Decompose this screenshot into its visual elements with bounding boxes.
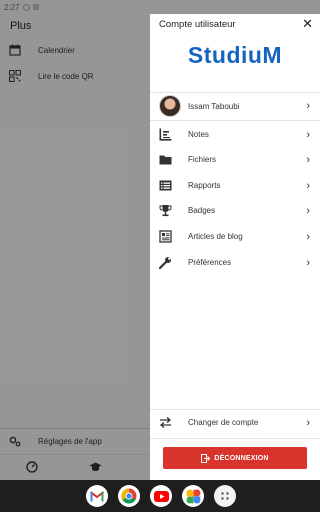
chevron-right-icon: › bbox=[306, 416, 310, 429]
logout-button[interactable]: DÉCONNEXION bbox=[163, 447, 307, 469]
wrench-icon bbox=[159, 257, 171, 269]
chevron-right-icon: › bbox=[306, 230, 310, 243]
menu-item-label: Badges bbox=[188, 206, 216, 215]
menu-item-badges[interactable]: Badges › bbox=[150, 198, 320, 223]
folder-icon bbox=[159, 155, 172, 165]
drawer-title: Compte utilisateur bbox=[159, 19, 236, 30]
chevron-right-icon: › bbox=[306, 128, 310, 141]
menu-item-label: Rapports bbox=[188, 181, 221, 190]
logout-icon bbox=[201, 453, 211, 463]
grades-chart-icon bbox=[159, 128, 172, 141]
trophy-icon bbox=[159, 205, 172, 217]
menu-item-preferences[interactable]: Préférences › bbox=[150, 250, 320, 275]
change-account-label: Changer de compte bbox=[188, 418, 259, 427]
change-account-row[interactable]: Changer de compte › bbox=[150, 410, 320, 435]
menu-item-files[interactable]: Fichiers › bbox=[150, 147, 320, 172]
chevron-right-icon: › bbox=[306, 256, 310, 269]
app-drawer-icon[interactable] bbox=[214, 485, 236, 507]
logout-label: DÉCONNEXION bbox=[214, 454, 269, 462]
system-nav-bar bbox=[0, 480, 320, 512]
menu-item-label: Préférences bbox=[188, 258, 232, 267]
chrome-icon[interactable] bbox=[118, 485, 140, 507]
newspaper-icon bbox=[159, 230, 172, 243]
swap-arrows-icon bbox=[159, 417, 172, 428]
gmail-icon[interactable] bbox=[86, 485, 108, 507]
chevron-right-icon: › bbox=[306, 153, 310, 166]
drawer-divider bbox=[150, 120, 320, 121]
photos-icon[interactable] bbox=[182, 485, 204, 507]
menu-item-blog-articles[interactable]: Articles de blog › bbox=[150, 224, 320, 249]
menu-item-label: Articles de blog bbox=[188, 232, 243, 241]
youtube-icon[interactable] bbox=[150, 485, 172, 507]
account-drawer: Compte utilisateur ✕ StudiuM Issam Tabou… bbox=[150, 14, 320, 480]
user-name: Issam Taboubi bbox=[188, 101, 240, 111]
list-icon bbox=[159, 180, 172, 191]
menu-item-label: Notes bbox=[188, 130, 209, 139]
status-sync-icon bbox=[22, 3, 30, 11]
avatar bbox=[159, 95, 181, 117]
drawer-divider bbox=[150, 438, 320, 439]
menu-item-label: Fichiers bbox=[188, 155, 217, 164]
status-bar: 2:27 bbox=[0, 0, 320, 14]
menu-item-notes[interactable]: Notes › bbox=[150, 122, 320, 147]
status-time: 2:27 bbox=[4, 2, 20, 12]
chevron-right-icon: › bbox=[306, 100, 310, 112]
app-dock bbox=[86, 485, 236, 507]
brand-logo: StudiuM bbox=[187, 42, 283, 68]
status-notification-icon bbox=[32, 4, 39, 10]
chevron-right-icon: › bbox=[306, 179, 310, 192]
user-profile-row[interactable]: Issam Taboubi › bbox=[150, 93, 320, 119]
close-icon[interactable]: ✕ bbox=[302, 17, 313, 31]
menu-item-reports[interactable]: Rapports › bbox=[150, 173, 320, 198]
chevron-right-icon: › bbox=[306, 204, 310, 217]
